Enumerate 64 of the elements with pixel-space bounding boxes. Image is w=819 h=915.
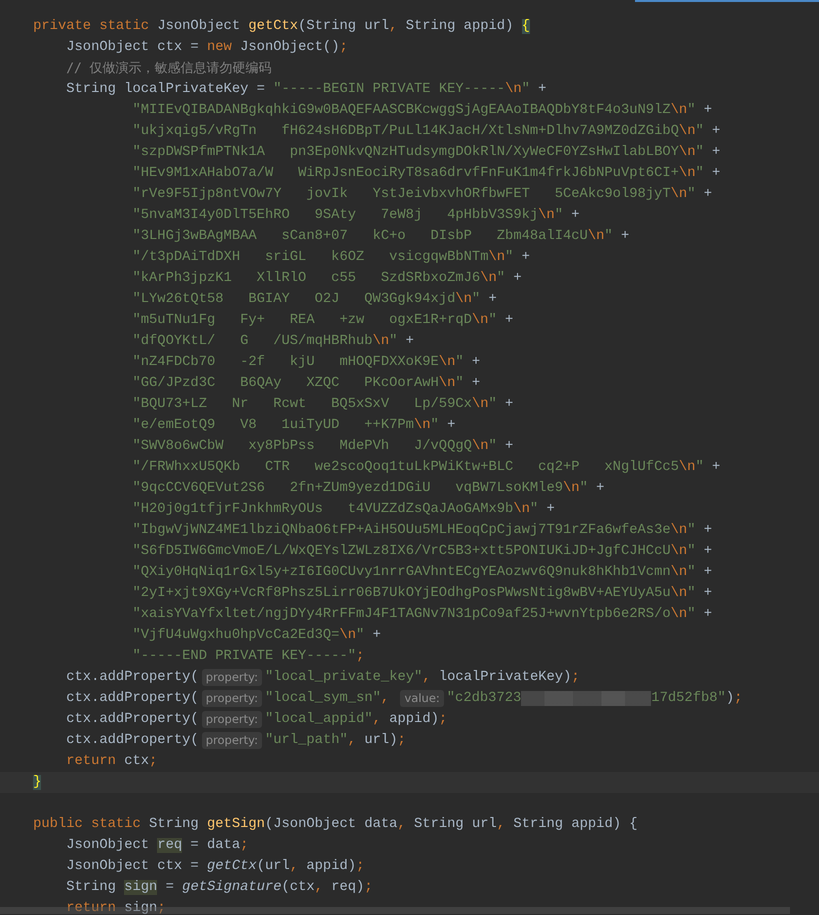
parameter-hint: property: [202,732,262,749]
code-line: String sign = getSignature(ctx, req); [66,879,373,896]
parameter-hint: property: [202,669,262,686]
code-line: "kArPh3jpzK1 XllRlO c55 SzdSRbxoZmJ6\n" + [132,270,522,287]
code-line: JsonObject req = data; [66,837,248,854]
code-text: ) [726,690,734,707]
code-line: "m5uTNu1Fg Fy+ REA +zw ogxE1R+rqD\n" + [132,312,514,329]
code-text: url) [364,732,398,749]
code-text: , [422,669,432,686]
code-line: "2yI+xjt9XGy+VcRf8Phsz5Lirr06B7UkOYjEOdhgPosPWwsNtig8wBV+AEYUyA5u\n" + [132,585,712,602]
code-text: ; [571,669,580,686]
code-text: 17d52fb8" [651,690,726,707]
code-line: "MIIEvQIBADANBgkqhkiG9w0BAQEFAASCBKcwggSjAgEAAoIBAQDbY8tF4o3uN9lZ\n" + [132,102,712,119]
code-text: ctx.addProperty( [66,669,199,686]
code-line: "e/emEotQ9 V8 1uiTyUD ++K7Pm\n" + [132,417,456,434]
code-line: "IbgwVjWNZ4ME1lbziQNbaO6tFP+AiH5OUu5MLHEoqCpCjawj7T91rZFa6wfeAs3e\n" + [132,522,712,539]
code-text: , [348,732,358,749]
code-line: JsonObject ctx = getCtx(url, appid); [66,858,364,875]
code-line: // 仅做演示，敏感信息请勿硬编码 [66,60,272,78]
code-line: return ctx; [66,753,158,770]
code-text: , [372,711,382,728]
parameter-hint: value: [400,690,444,707]
code-line: "3LHGj3wBAgMBAA sCan8+07 kC+o DIsbP Zbm48alI4cU\n" + [132,228,630,245]
parameter-hint: property: [202,711,262,728]
code-line: "9qcCCV6QEVut2S6 2fn+ZUm9yezd1DGiU vqBW7LsoKMle9\n" + [132,480,604,497]
code-line: "rVe9F5Ijp8ntVOw7Y jovIk YstJeivbxvhORfbwFET 5CeAkc9ol98jyT\n" + [132,186,712,203]
code-line: "VjfU4uWgxhu0hpVcCa2Ed3Q=\n" + [132,627,381,644]
code-text: ; [397,732,406,749]
code-line: "/FRWhxxU5QKb CTR we2scoQoq1tuLkPWiKtw+BLC cq2+P xNglUfCc5\n" + [132,459,720,476]
code-text: "url_path" [265,732,348,749]
code-line: "QXiy0HqNiq1rGxl5y+zI6IG0CUvy1nrrGAVhntECgYEAozwv6Q9nuk8hKhb1Vcmn\n" + [132,564,712,581]
code-line: "/t3pDAiTdDXH sriGL k6OZ vsicgqwBbNTm\n" + [132,249,530,266]
code-line: "-----END PRIVATE KEY-----"; [132,648,364,665]
code-line: "szpDWSPfmPTNk1A pn3Ep0NkvQNzHTudsymgDOkRlN/XyWeCF0YZsHwIlabLBOY\n" + [132,144,720,161]
code-text: localPrivateKey) [438,669,572,686]
code-text: ctx.addProperty( [66,711,199,728]
code-line: "H20j0g1tfjrFJnkhmRyOUs t4VUZZdZsQaJAoGAMx9b\n" + [132,501,555,518]
code-line: "LYw26tQt58 BGIAY O2J QW3Ggk94xjd\n" + [132,291,497,308]
code-line: String localPrivateKey = "-----BEGIN PRIVATE KEY-----\n" + [66,81,546,98]
code-line: "xaisYVaYfxltet/ngjDYy4RrFFmJ4F1TAGNv7N31pCo9af25J+wvnYtpb6e2RS/o\n" + [132,606,712,623]
code-line: "ukjxqig5/vRgTn fH624sH6DBpT/PuLl14KJacH/XtlsNm+Dlhv7A9MZ0dZGibQ\n" + [132,123,720,140]
parameter-hint: property: [202,690,262,707]
code-line: "5nvaM3I4y0DlT5EhRO 9SAty 7eW8j 4pHbbV3S9kj\n" + [132,207,580,224]
code-line: "HEv9M1xAHabO7a/W WiRpJsnEociRyT8sa6drvfFnFuK1m4frkJ6bNPuVpt6CI+\n" + [132,165,720,182]
code-line: public static String getSign(JsonObject data, String url, String appid) { [33,816,638,833]
code-line: "S6fD5IW6GmcVmoE/L/WxQEYslZWLz8IX6/VrC5B3+xtt5PONIUKiJD+JgfCJHCcU\n" + [132,543,712,560]
code-text: "local_private_key" [265,669,422,686]
code-text: , [380,690,390,707]
code-text: "c2db3723 [446,690,522,707]
code-text: "local_sym_sn" [265,690,381,707]
code-text: ; [734,690,742,707]
code-line: "GG/JPzd3C B6QAy XZQC PKcOorAwH\n" + [132,375,480,392]
code-line: "nZ4FDCb70 -2f kjU mHOQFDXXoK9E\n" + [132,354,480,371]
code-text: ; [438,711,448,728]
code-line: return sign; [66,900,166,915]
code-text: appid) [389,711,439,728]
code-text: ctx.addProperty( [66,690,199,707]
code-line: private static JsonObject getCtx(String url, String appid) { [33,18,530,35]
code-line: JsonObject ctx = new JsonObject(); [66,39,348,56]
code-line: "BQU73+LZ Nr Rcwt BQ5xSxV Lp/59Cx\n" + [132,396,514,413]
code-text: ctx.addProperty( [66,732,199,749]
code-line: "SWV8o6wCbW xy8PbPss MdePVh J/vQQgQ\n" + [132,438,514,455]
code-line: "dfQOYKtL/ G /US/mqHBRhub\n" + [132,333,414,350]
code-text: "local_appid" [265,711,373,728]
